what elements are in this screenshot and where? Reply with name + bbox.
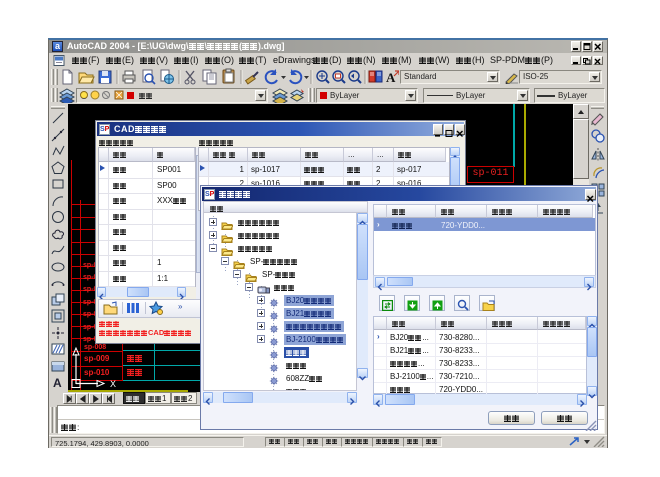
svg-text:X: X [110, 379, 116, 389]
svg-text:A: A [53, 376, 62, 390]
svg-text:A: A [386, 70, 396, 84]
